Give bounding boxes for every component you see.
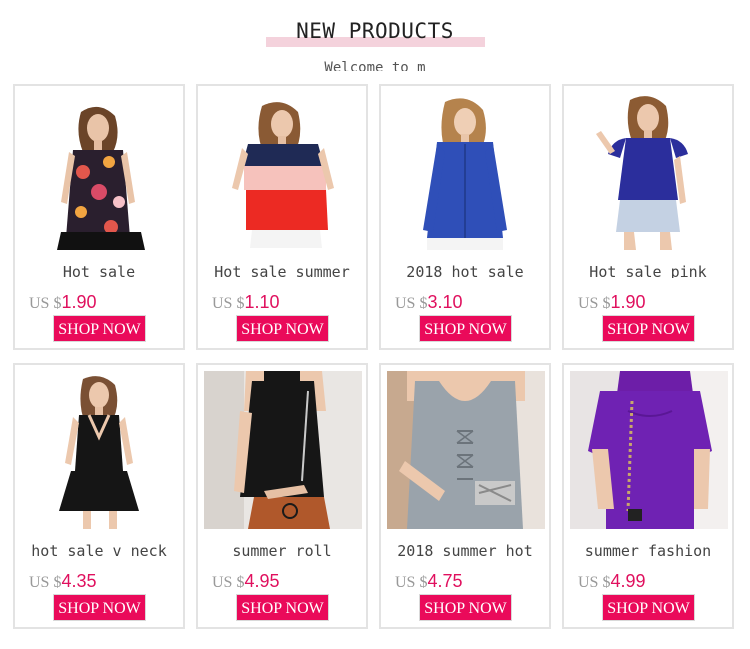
price-currency: US $ [212, 295, 245, 312]
price-currency: US $ [29, 574, 62, 591]
product-card[interactable]: Hot sale summer US $1.10 SHOP NOW [196, 84, 368, 350]
product-card[interactable]: hot sale v neck US $4.35 SHOP NOW [13, 363, 185, 629]
shop-now-button[interactable]: SHOP NOW [236, 594, 329, 621]
price-currency: US $ [395, 574, 428, 591]
product-card[interactable]: 2018 hot sale US $3.10 SHOP NOW [379, 84, 551, 350]
product-card[interactable]: summer roll US $4.95 SHOP NOW [196, 363, 368, 629]
price-value: 1.90 [61, 292, 97, 312]
price-value: 3.10 [427, 292, 463, 312]
blue-shirt-photo[interactable] [387, 92, 545, 250]
product-name[interactable]: 2018 hot sale [385, 262, 545, 278]
shop-now-button[interactable]: SHOP NOW [53, 594, 146, 621]
product-price: US $1.10 [212, 291, 280, 313]
price-value: 4.99 [610, 571, 646, 591]
shop-now-button[interactable]: SHOP NOW [419, 594, 512, 621]
shop-now-button[interactable]: SHOP NOW [419, 315, 512, 342]
price-currency: US $ [29, 295, 62, 312]
product-card[interactable]: Hot sale US $1.90 SHOP NOW [13, 84, 185, 350]
price-value: 1.10 [244, 292, 280, 312]
floral-top-photo[interactable] [21, 92, 179, 250]
purple-knit-top-photo[interactable] [570, 371, 728, 529]
product-name[interactable]: Hot sale [19, 262, 179, 278]
product-price: US $3.10 [395, 291, 463, 313]
price-value: 1.90 [610, 292, 646, 312]
price-value: 4.35 [61, 571, 97, 591]
product-card[interactable]: 2018 summer hot US $4.75 SHOP NOW [379, 363, 551, 629]
product-name[interactable]: hot sale v neck [19, 541, 179, 557]
product-price: US $1.90 [578, 291, 646, 313]
product-name[interactable]: Hot sale pink [568, 262, 728, 278]
section-subtitle: Welcome to m [324, 60, 426, 71]
section-title: NEW PRODUCTS [296, 19, 454, 43]
shop-now-button[interactable]: SHOP NOW [236, 315, 329, 342]
product-price: US $4.95 [212, 570, 280, 592]
product-name[interactable]: summer fashion [568, 541, 728, 557]
product-price: US $4.75 [395, 570, 463, 592]
price-value: 4.75 [427, 571, 463, 591]
product-card[interactable]: summer fashion US $4.99 SHOP NOW [562, 363, 734, 629]
shop-now-button[interactable]: SHOP NOW [602, 594, 695, 621]
price-currency: US $ [578, 574, 611, 591]
shop-now-button[interactable]: SHOP NOW [53, 315, 146, 342]
product-price: US $4.35 [29, 570, 97, 592]
product-name[interactable]: 2018 summer hot [385, 541, 545, 557]
product-name[interactable]: summer roll [202, 541, 362, 557]
black-dress-photo[interactable] [21, 371, 179, 529]
product-name[interactable]: Hot sale summer [202, 262, 362, 278]
price-value: 4.95 [244, 571, 280, 591]
blue-ruffle-top-photo[interactable] [570, 92, 728, 250]
grey-lace-tank-photo[interactable] [387, 371, 545, 529]
section-header: NEW PRODUCTS Welcome to m [0, 0, 750, 80]
black-knit-tank-photo[interactable] [204, 371, 362, 529]
colorblock-tee-photo[interactable] [204, 92, 362, 250]
price-currency: US $ [395, 295, 428, 312]
product-card[interactable]: Hot sale pink US $1.90 SHOP NOW [562, 84, 734, 350]
shop-now-button[interactable]: SHOP NOW [602, 315, 695, 342]
product-price: US $4.99 [578, 570, 646, 592]
product-price: US $1.90 [29, 291, 97, 313]
price-currency: US $ [578, 295, 611, 312]
price-currency: US $ [212, 574, 245, 591]
